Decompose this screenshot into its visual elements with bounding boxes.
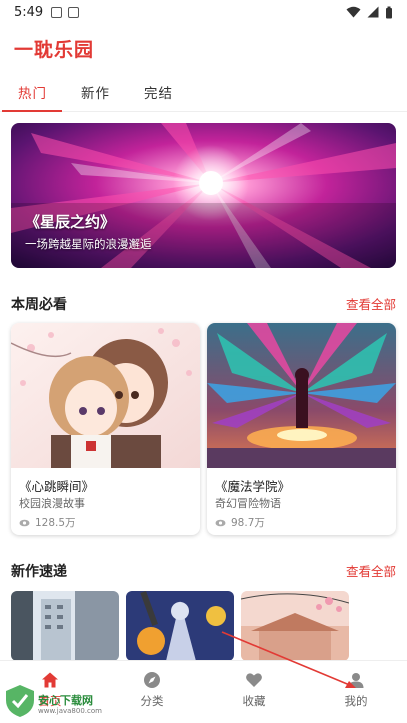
comic-card[interactable]: 《魔法学院》 奇幻冒险物语 98.7万 bbox=[207, 323, 396, 535]
nav-category[interactable]: 分类 bbox=[122, 671, 182, 709]
new-work-thumbnail[interactable] bbox=[241, 591, 349, 661]
user-icon bbox=[348, 673, 364, 688]
banner-subtitle: 一场跨越星际的浪漫邂逅 bbox=[25, 237, 152, 251]
watermark-text: 安心下载网 bbox=[38, 694, 93, 707]
weekly-view-all-link[interactable]: 查看全部 bbox=[346, 294, 396, 313]
notification-card-icon bbox=[68, 6, 80, 18]
nav-favorites[interactable]: 收藏 bbox=[224, 671, 284, 709]
thumbnail-image bbox=[241, 591, 349, 661]
banner-title: 《星辰之约》 bbox=[25, 213, 116, 231]
thumbnail-image bbox=[11, 591, 119, 661]
app-title: 一耽乐园 bbox=[14, 39, 95, 61]
shield-logo-icon bbox=[6, 685, 34, 717]
new-works-section-title: 新作速递 bbox=[11, 564, 67, 580]
nav-profile-label: 我的 bbox=[344, 694, 368, 708]
card-views-value: 98.7万 bbox=[231, 517, 265, 529]
new-work-thumbnail[interactable] bbox=[126, 591, 234, 661]
comic-card[interactable]: 《心跳瞬间》 校园浪漫故事 128.5万 bbox=[11, 323, 200, 535]
status-bar: 5:49 bbox=[0, 0, 407, 24]
eye-icon bbox=[19, 519, 30, 526]
card-view-count: 98.7万 bbox=[215, 515, 265, 530]
tab-finished[interactable]: 完结 bbox=[144, 82, 173, 102]
status-indicators bbox=[346, 6, 393, 19]
tab-hot[interactable]: 热门 bbox=[18, 82, 47, 102]
card-subtitle: 奇幻冒险物语 bbox=[215, 497, 281, 510]
signal-icon bbox=[367, 6, 379, 18]
watermark-url: www.java800.com bbox=[38, 707, 102, 715]
card-view-count: 128.5万 bbox=[19, 515, 76, 530]
card-cover-image bbox=[11, 323, 200, 468]
status-time: 5:49 bbox=[14, 4, 44, 20]
new-works-view-all-link[interactable]: 查看全部 bbox=[346, 561, 396, 580]
tab-bar: 热门 新作 完结 bbox=[0, 72, 407, 112]
nav-favorites-label: 收藏 bbox=[242, 694, 266, 708]
battery-icon bbox=[386, 6, 392, 18]
card-title: 《心跳瞬间》 bbox=[19, 479, 95, 494]
heart-icon bbox=[246, 673, 262, 687]
card-cover-image bbox=[207, 323, 396, 468]
nav-profile[interactable]: 我的 bbox=[326, 671, 386, 709]
eye-icon bbox=[215, 519, 226, 526]
notification-a-icon bbox=[51, 6, 63, 18]
tab-new[interactable]: 新作 bbox=[81, 82, 110, 102]
thumbnail-image bbox=[126, 591, 234, 661]
compass-icon bbox=[144, 672, 160, 688]
card-subtitle: 校园浪漫故事 bbox=[19, 497, 85, 510]
featured-banner[interactable]: 《星辰之约》 一场跨越星际的浪漫邂逅 bbox=[11, 123, 396, 268]
card-views-value: 128.5万 bbox=[35, 517, 76, 529]
wifi-icon bbox=[346, 6, 361, 18]
new-work-thumbnail[interactable] bbox=[11, 591, 119, 661]
tab-active-indicator bbox=[2, 110, 62, 112]
site-watermark: 安心下载网 www.java800.com bbox=[2, 684, 112, 720]
card-title: 《魔法学院》 bbox=[215, 479, 291, 494]
nav-category-label: 分类 bbox=[140, 694, 164, 708]
weekly-section-title: 本周必看 bbox=[11, 297, 67, 313]
